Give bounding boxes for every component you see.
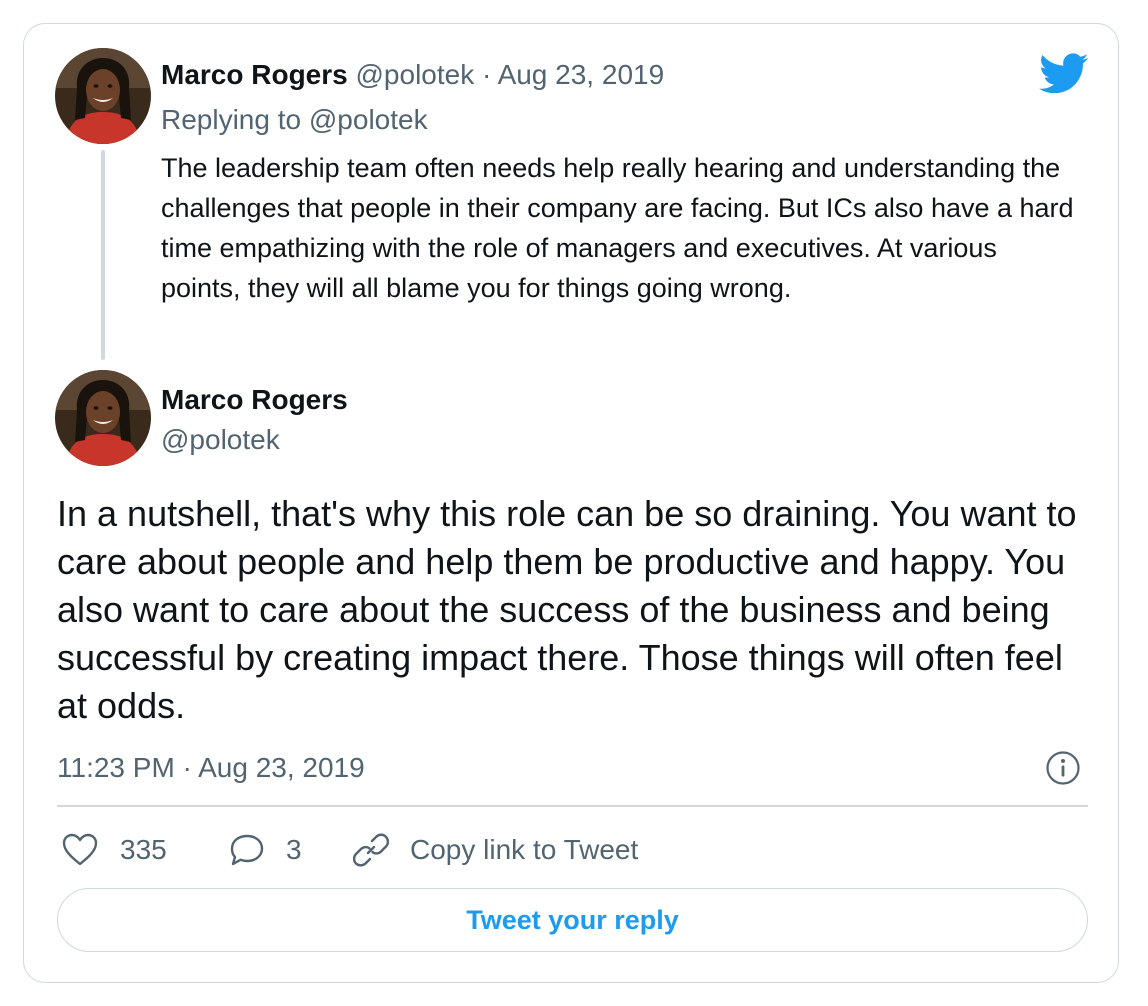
main-author-avatar[interactable] [55, 370, 151, 466]
reply-count: 3 [286, 834, 302, 865]
action-divider [57, 805, 1088, 807]
parent-author-handle[interactable]: @polotek [356, 59, 475, 90]
replying-to-label: Replying to [161, 104, 302, 135]
copy-link-label: Copy link to Tweet [410, 834, 639, 865]
main-tweet-timestamp[interactable]: 11:23 PM · Aug 23, 2019 [57, 749, 365, 787]
parent-author-avatar[interactable] [55, 48, 151, 144]
replying-to-line: Replying to @polotek [161, 101, 428, 139]
tweet-your-reply-button[interactable]: Tweet your reply [57, 888, 1088, 952]
like-action[interactable]: 335 [61, 830, 167, 870]
link-icon [352, 833, 390, 867]
copy-link-action[interactable]: Copy link to Tweet [352, 830, 638, 870]
speech-bubble-icon [230, 834, 264, 866]
main-author-handle[interactable]: @polotek [161, 421, 280, 459]
info-icon[interactable] [1045, 750, 1081, 786]
parent-tweet-header: Marco Rogers @polotek · Aug 23, 2019 [161, 56, 664, 94]
thread-connector-line [101, 150, 105, 360]
header-separator: · [482, 59, 492, 90]
heart-icon [62, 833, 98, 866]
reply-button-label: Tweet your reply [466, 904, 679, 935]
parent-tweet-text: The leadership team often needs help rea… [161, 153, 1074, 303]
replying-to-handle[interactable]: @polotek [309, 104, 428, 135]
main-tweet-text: In a nutshell, that's why this role can … [57, 493, 1077, 726]
parent-author-name[interactable]: Marco Rogers [161, 59, 348, 90]
parent-tweet-date[interactable]: Aug 23, 2019 [498, 59, 665, 90]
main-author-name[interactable]: Marco Rogers [161, 381, 348, 419]
reply-action[interactable]: 3 [228, 830, 302, 870]
like-count: 335 [120, 834, 167, 865]
twitter-bird-icon[interactable] [1039, 53, 1089, 95]
